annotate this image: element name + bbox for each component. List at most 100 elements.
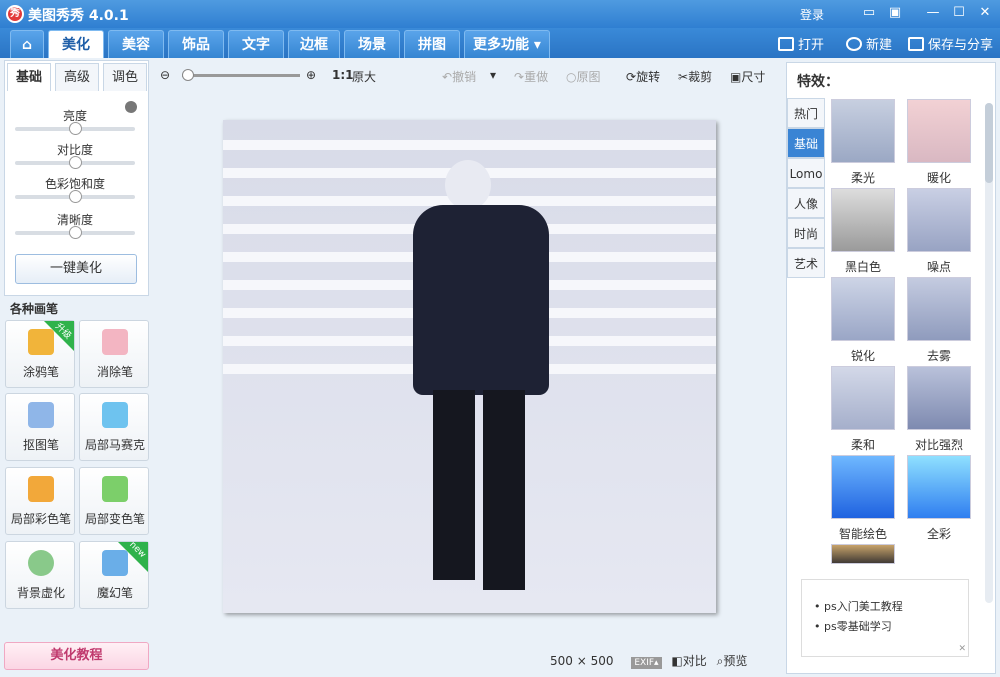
close-icon[interactable]: ✕ <box>976 4 994 22</box>
tab-collage[interactable]: 拼图 <box>404 30 460 58</box>
effects-title: 特效： <box>797 74 839 90</box>
cat-portrait[interactable]: 人像 <box>787 188 825 218</box>
message-icon[interactable]: ▭ <box>860 4 878 22</box>
eraser-icon <box>102 329 128 355</box>
subtab-color[interactable]: 调色 <box>103 63 147 91</box>
scrollbar-thumb[interactable] <box>985 103 993 183</box>
cat-art[interactable]: 艺术 <box>787 248 825 278</box>
effects-scrollbar[interactable] <box>985 103 993 603</box>
effect-thumb-smart-color[interactable] <box>831 455 895 519</box>
cat-basic[interactable]: 基础 <box>787 128 825 158</box>
tab-face[interactable]: 美容 <box>108 30 164 58</box>
paintbrush-icon <box>28 476 54 502</box>
tab-decor[interactable]: 饰品 <box>168 30 224 58</box>
tool-doodle[interactable]: 升级 涂鸦笔 <box>5 320 75 388</box>
tool-cutout[interactable]: 抠图笔 <box>5 393 75 461</box>
size-label: 尺寸 <box>741 70 766 84</box>
zoom-thumb[interactable] <box>182 69 194 81</box>
tool-label: 局部变色笔 <box>84 512 145 526</box>
image-width: 500 <box>550 654 573 668</box>
effects-panel: 特效： 热门 基础 Lomo 人像 时尚 艺术 柔光 暖化 黑白色 噪点 锐化 … <box>786 62 996 674</box>
subject-leg <box>433 390 475 580</box>
compare-button[interactable]: ◧对比 <box>671 654 706 668</box>
slider-contrast[interactable] <box>15 156 135 169</box>
effect-thumb-sharpen[interactable] <box>831 277 895 341</box>
login-link[interactable]: 登录 <box>800 6 824 23</box>
resize-button[interactable]: ▣尺寸 <box>730 68 765 85</box>
effect-label: 柔和 <box>850 438 875 452</box>
crop-button[interactable]: ✂裁剪 <box>678 68 712 85</box>
adjust-panel: 基础 高级 调色 亮度 对比度 色彩饱和度 清晰度 一键美化 <box>4 60 149 296</box>
slider-saturation[interactable] <box>15 190 135 203</box>
one-key-beautify-button[interactable]: 一键美化 <box>15 254 137 284</box>
tutorial-button[interactable]: 美化教程 <box>4 642 149 670</box>
slider-thumb[interactable] <box>69 190 82 203</box>
cat-hot[interactable]: 热门 <box>787 98 825 128</box>
crop-label: 裁剪 <box>688 70 713 84</box>
undo-button[interactable]: ↶撤销 <box>442 68 476 85</box>
tool-color-brush[interactable]: 局部彩色笔 <box>5 467 75 535</box>
effect-thumb-warm[interactable] <box>907 99 971 163</box>
redo-button[interactable]: ↷重做 <box>514 68 548 85</box>
photo-canvas[interactable] <box>223 120 716 613</box>
new-button[interactable]: 新建 <box>846 34 892 53</box>
subtab-basic[interactable]: 基础 <box>7 63 51 91</box>
cat-lomo[interactable]: Lomo <box>787 158 825 188</box>
tab-beautify[interactable]: 美化 <box>48 30 104 58</box>
ad-close-icon[interactable]: ✕ <box>958 644 966 654</box>
original-size-button[interactable]: 原大 <box>352 68 376 85</box>
tool-label: 魔幻笔 <box>96 586 133 600</box>
ratio-button[interactable]: 1:1 <box>332 68 354 82</box>
minimize-icon[interactable]: — <box>924 4 942 22</box>
home-icon[interactable]: ⌂ <box>10 30 44 58</box>
orig-label: 原图 <box>576 70 601 84</box>
original-image-button[interactable]: ○原图 <box>566 68 601 85</box>
tool-blur-bg[interactable]: 背景虚化 <box>5 541 75 609</box>
open-button[interactable]: 打开 <box>778 34 824 53</box>
slider-thumb[interactable] <box>69 226 82 239</box>
effect-label: 柔光 <box>850 171 875 185</box>
save-share-button[interactable]: 保存与分享 <box>908 34 993 53</box>
cat-fashion[interactable]: 时尚 <box>787 218 825 248</box>
zoom-in-icon[interactable]: ⊕ <box>306 68 316 82</box>
effect-thumb-bw[interactable] <box>831 188 895 252</box>
tab-scene[interactable]: 场景 <box>344 30 400 58</box>
effect-thumb-noise[interactable] <box>907 188 971 252</box>
rotate-button[interactable]: ⟳旋转 <box>626 68 660 85</box>
effect-thumb-full-color[interactable] <box>907 455 971 519</box>
tab-text[interactable]: 文字 <box>228 30 284 58</box>
title-bar: 秀 美图秀秀 4.0.1 登录 ▭ ▣ — ☐ ✕ <box>0 0 1000 28</box>
undo-label: 撤销 <box>452 70 477 84</box>
effect-thumb-high-contrast[interactable] <box>907 366 971 430</box>
tool-recolor[interactable]: 局部变色笔 <box>79 467 149 535</box>
preview-button[interactable]: ⌕预览 <box>717 654 748 668</box>
compare-label: 对比 <box>682 654 707 668</box>
slider-brightness[interactable] <box>15 122 135 135</box>
slider-thumb[interactable] <box>69 122 82 135</box>
zoom-out-icon[interactable]: ⊖ <box>160 68 170 82</box>
rotate-label: 旋转 <box>636 70 661 84</box>
exif-button[interactable]: EXIF▴ <box>631 657 662 669</box>
maximize-icon[interactable]: ☐ <box>950 4 968 22</box>
ad-link[interactable]: • ps零基础学习 <box>814 618 968 634</box>
zoom-slider[interactable] <box>182 69 300 81</box>
slider-sharpness[interactable] <box>15 226 135 239</box>
tab-more[interactable]: 更多功能 ▾ <box>464 30 550 58</box>
effect-thumb-gentle[interactable] <box>831 366 895 430</box>
subject-head <box>445 160 491 210</box>
save-icon <box>908 37 924 51</box>
undo-dropdown-icon[interactable]: ▾ <box>490 68 496 82</box>
slider-thumb[interactable] <box>69 156 82 169</box>
tool-mosaic[interactable]: 局部马赛克 <box>79 393 149 461</box>
photo-subject <box>403 160 553 600</box>
tool-eraser[interactable]: 消除笔 <box>79 320 149 388</box>
tab-border[interactable]: 边框 <box>288 30 340 58</box>
effect-thumb-dehaze[interactable] <box>907 277 971 341</box>
effect-thumb-soft-light[interactable] <box>831 99 895 163</box>
effect-thumb-partial[interactable] <box>831 544 895 564</box>
subject-leg <box>483 390 525 590</box>
subtab-advanced[interactable]: 高级 <box>55 63 99 91</box>
ad-link[interactable]: • ps入门美工教程 <box>814 598 968 614</box>
tool-magic[interactable]: new 魔幻笔 <box>79 540 149 609</box>
skin-icon[interactable]: ▣ <box>886 4 904 22</box>
